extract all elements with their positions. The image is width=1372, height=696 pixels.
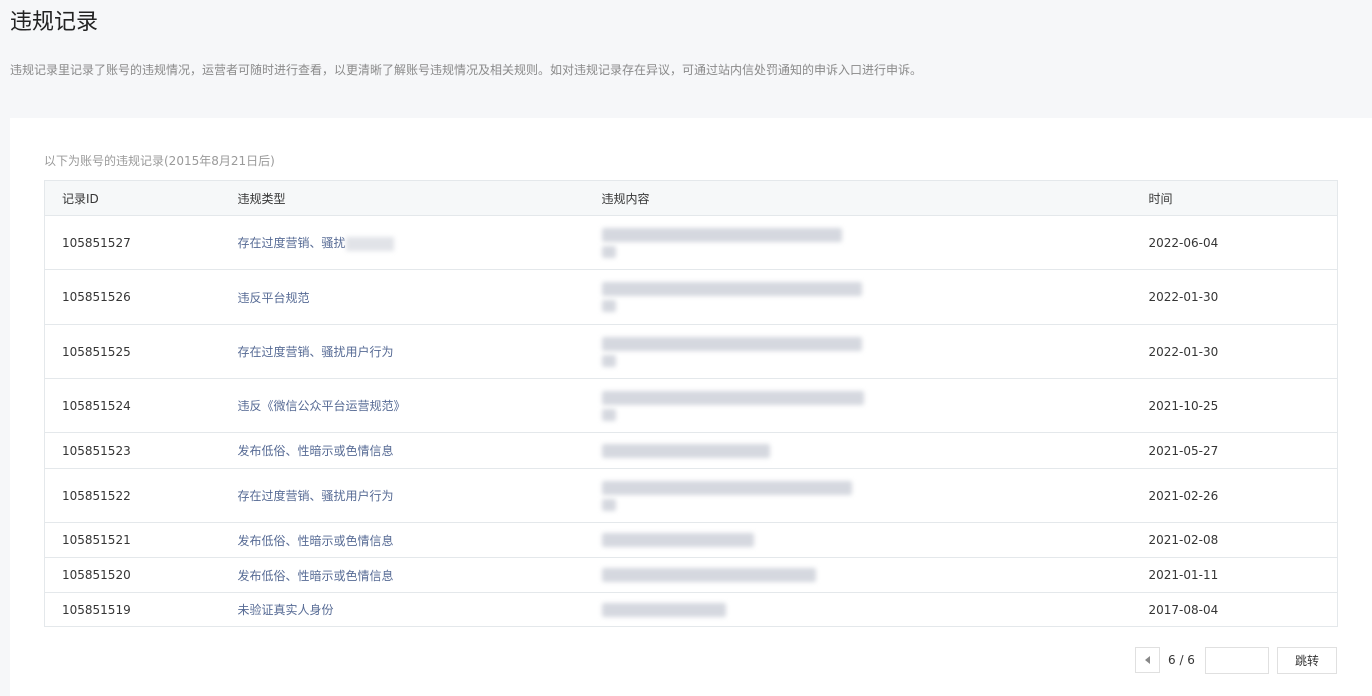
record-type[interactable]: 发布低俗、性暗示或色情信息 xyxy=(220,432,585,469)
record-type[interactable]: 存在过度营销、骚扰用户行为 xyxy=(220,324,585,379)
redacted-content xyxy=(601,300,616,312)
record-id: 105851520 xyxy=(44,557,221,593)
record-id: 105851524 xyxy=(44,378,221,433)
redacted-content xyxy=(601,408,616,421)
record-content xyxy=(585,593,1132,627)
prev-page-button[interactable] xyxy=(1135,647,1160,673)
table-row: 105851521 发布低俗、性暗示或色情信息 2021-02-08 xyxy=(44,522,1338,558)
record-type[interactable]: 发布低俗、性暗示或色情信息 xyxy=(220,522,585,558)
record-content xyxy=(584,269,1132,325)
record-content xyxy=(584,522,1132,558)
record-id: 105851525 xyxy=(44,324,221,379)
record-id: 105851522 xyxy=(44,468,221,523)
redacted-content xyxy=(601,443,770,458)
column-header-type: 违规类型 xyxy=(220,180,585,216)
page-description: 违规记录里记录了账号的违规情况，运营者可随时进行查看，以更清晰了解账号违规情况及… xyxy=(10,63,923,77)
chevron-left-icon xyxy=(1145,656,1150,664)
table-row: 105851520 发布低俗、性暗示或色情信息 2021-01-11 xyxy=(44,557,1338,593)
records-panel: 以下为账号的违规记录(2015年8月21日后) 记录ID 违规类型 违规内容 时… xyxy=(10,118,1372,696)
record-type[interactable]: 违反平台规范 xyxy=(220,269,585,325)
record-content xyxy=(584,215,1132,270)
redacted-content xyxy=(601,498,616,511)
record-time: 2021-10-25 xyxy=(1131,378,1338,433)
record-time: 2022-01-30 xyxy=(1131,269,1338,325)
record-content xyxy=(584,378,1132,433)
page-number-input[interactable] xyxy=(1204,646,1269,674)
table-row: 105851519 未验证真实人身份 2017-08-04 xyxy=(45,593,1338,627)
record-id: 105851527 xyxy=(44,215,221,270)
record-time: 2021-02-26 xyxy=(1131,468,1338,523)
column-header-content: 违规内容 xyxy=(584,180,1132,216)
record-content xyxy=(584,324,1132,379)
redacted-mask xyxy=(345,236,394,251)
table-row: 105851526 违反平台规范 2022-01-30 xyxy=(44,269,1338,325)
record-content xyxy=(584,557,1132,593)
page-indicator: 6 / 6 xyxy=(1168,653,1195,667)
column-header-time: 时间 xyxy=(1131,180,1338,216)
redacted-content xyxy=(601,282,862,296)
table-row: 105851527 存在过度营销、骚扰 2022-06-04 xyxy=(44,215,1338,270)
column-header-id: 记录ID xyxy=(44,180,221,216)
table-row: 105851524 违反《微信公众平台运营规范》 2021-10-25 xyxy=(44,378,1338,433)
record-id: 105851521 xyxy=(44,522,221,558)
record-type[interactable]: 违反《微信公众平台运营规范》 xyxy=(220,378,585,433)
record-id: 105851519 xyxy=(62,602,131,617)
redacted-content xyxy=(601,568,816,582)
records-caption: 以下为账号的违规记录(2015年8月21日后) xyxy=(44,154,275,168)
pagination: 6 / 6 跳转 xyxy=(1135,646,1337,674)
record-type[interactable]: 存在过度营销、骚扰 xyxy=(220,215,585,270)
record-id: 105851523 xyxy=(44,432,221,469)
record-time: 2021-01-11 xyxy=(1131,557,1338,593)
table-row: 105851522 存在过度营销、骚扰用户行为 2021-02-26 xyxy=(44,468,1338,523)
jump-button[interactable]: 跳转 xyxy=(1276,646,1337,674)
record-content xyxy=(584,432,1132,469)
record-time: 2021-02-08 xyxy=(1131,522,1338,558)
record-id: 105851526 xyxy=(44,269,221,325)
redacted-content xyxy=(601,227,842,242)
table-row: 105851525 存在过度营销、骚扰用户行为 2022-01-30 xyxy=(44,324,1338,379)
record-time: 2022-06-04 xyxy=(1131,215,1338,270)
record-type[interactable]: 存在过度营销、骚扰用户行为 xyxy=(220,468,585,523)
redacted-content xyxy=(601,354,616,367)
record-type-text[interactable]: 存在过度营销、骚扰 xyxy=(238,236,346,250)
record-content xyxy=(584,468,1132,523)
page-title: 违规记录 xyxy=(10,10,99,35)
record-type[interactable]: 未验证真实人身份 xyxy=(221,593,585,627)
record-time: 2021-05-27 xyxy=(1131,432,1338,469)
record-time: 2022-01-30 xyxy=(1131,324,1338,379)
redacted-content xyxy=(601,245,616,258)
redacted-content xyxy=(601,336,862,351)
violation-table: 记录ID 违规类型 违规内容 时间 105851527 存在过度营销、骚扰 20… xyxy=(44,180,1338,627)
table-row: 105851523 发布低俗、性暗示或色情信息 2021-05-27 xyxy=(44,432,1338,469)
table-header-row: 记录ID 违规类型 违规内容 时间 xyxy=(44,180,1338,216)
redacted-content xyxy=(601,602,726,617)
record-time: 2017-08-04 xyxy=(1148,602,1219,617)
redacted-content xyxy=(601,390,864,405)
record-type[interactable]: 发布低俗、性暗示或色情信息 xyxy=(220,557,585,593)
redacted-content xyxy=(601,533,754,547)
redacted-content xyxy=(601,480,852,495)
